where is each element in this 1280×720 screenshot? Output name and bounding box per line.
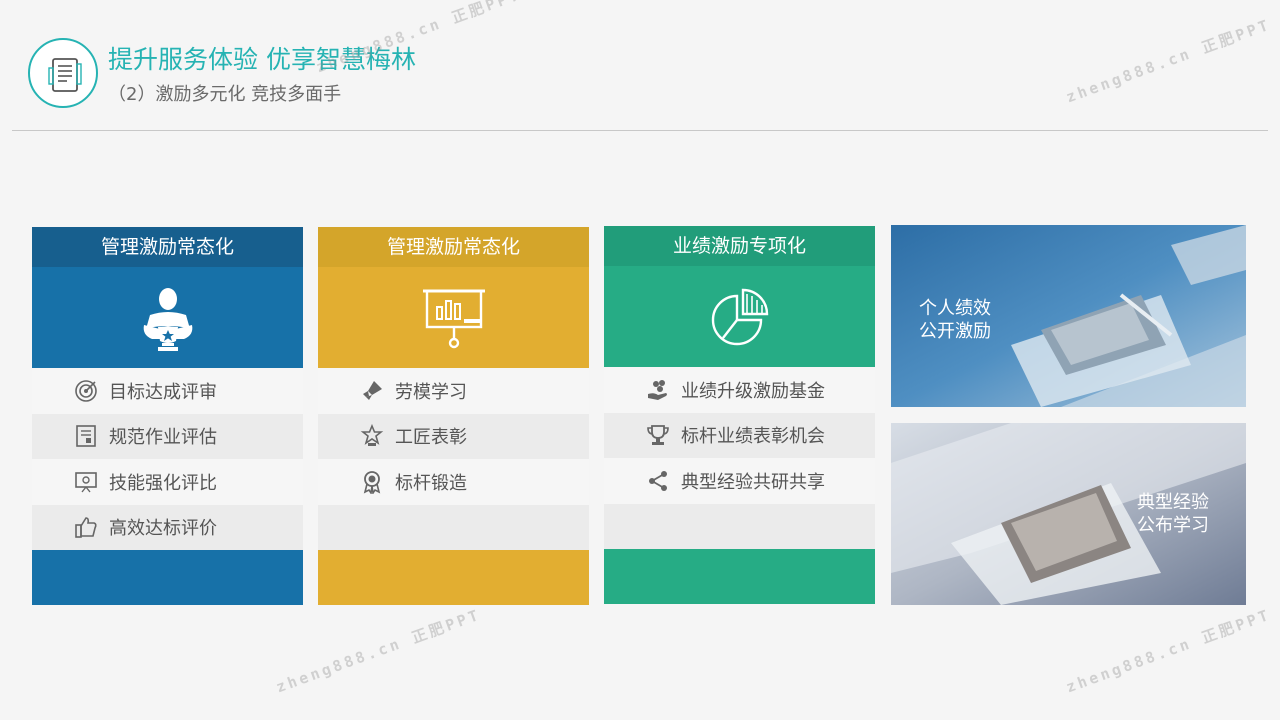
presentation-icon — [73, 469, 99, 495]
card-hero — [318, 267, 589, 368]
card-footer — [32, 550, 303, 605]
card-management-incentive-2: 管理激励常态化 劳模学习 工匠表彰 标杆锻造 — [318, 227, 589, 605]
list-item-label: 典型经验共研共享 — [681, 471, 825, 493]
watermark: zheng888.cn 正肥PPT — [1063, 15, 1274, 107]
list-item-label: 标杆业绩表彰机会 — [681, 426, 825, 448]
list-item: 典型经验共研共享 — [604, 458, 875, 504]
card-hero — [32, 267, 303, 368]
header-document-icon — [28, 38, 98, 108]
list-item-label: 技能强化评比 — [109, 472, 217, 494]
card-hero — [604, 266, 875, 367]
thumbs-up-icon — [73, 514, 99, 540]
list-item: 标杆业绩表彰机会 — [604, 413, 875, 459]
photo-caption: 典型经验 公布学习 — [1137, 492, 1209, 536]
coins-hand-icon — [645, 377, 671, 403]
list-item-label: 业绩升级激励基金 — [681, 380, 825, 402]
list-item-label: 目标达成评审 — [109, 381, 217, 403]
target-icon — [73, 378, 99, 404]
list-item-label: 标杆锻造 — [395, 472, 467, 494]
card-footer — [604, 549, 875, 604]
list-item-label: 规范作业评估 — [109, 427, 217, 449]
rocket-icon — [359, 378, 385, 404]
list-item-label: 劳模学习 — [395, 381, 467, 403]
header-divider — [12, 130, 1268, 131]
list-item-label: 高效达标评价 — [109, 518, 217, 540]
list-item: 技能强化评比 — [32, 459, 303, 505]
card-management-incentive-1: 管理激励常态化 目标达成评审 规范作业评估 技能强化评比 高效达标评价 — [32, 227, 303, 605]
card-title: 管理激励常态化 — [318, 227, 589, 267]
card-performance-incentive: 业绩激励专项化 业绩升级激励基金 标杆业绩表彰机会 典型经验共研共享 — [604, 226, 875, 604]
card-title: 管理激励常态化 — [32, 227, 303, 267]
watermark: zheng888.cn 正肥PPT — [273, 605, 484, 697]
share-icon — [645, 468, 671, 494]
watermark: zheng888.cn 正肥PPT — [1063, 605, 1274, 697]
card-title: 业绩激励专项化 — [604, 226, 875, 266]
medal-icon — [359, 469, 385, 495]
list-item: 高效达标评价 — [32, 505, 303, 551]
card-footer — [318, 550, 589, 605]
watermark: zheng888.cn 正肥PPT — [313, 0, 524, 77]
photo-caption: 个人绩效 公开激励 — [919, 298, 991, 342]
star-badge-icon — [359, 423, 385, 449]
trophy-icon — [645, 422, 671, 448]
photo-calculator-gray: 典型经验 公布学习 — [891, 423, 1246, 605]
list-item-label: 工匠表彰 — [395, 427, 467, 449]
list-item: 业绩升级激励基金 — [604, 367, 875, 413]
list-item: 工匠表彰 — [318, 414, 589, 460]
trophy-person-icon — [143, 287, 192, 351]
list-item: 规范作业评估 — [32, 414, 303, 460]
photo-calculator-blue: 个人绩效 公开激励 — [891, 225, 1246, 407]
list-item: 目标达成评审 — [32, 368, 303, 414]
page-subtitle: （2）激励多元化 竞技多面手 — [108, 84, 342, 105]
document-icon — [73, 423, 99, 449]
list-item: 劳模学习 — [318, 368, 589, 414]
list-item: 标杆锻造 — [318, 459, 589, 505]
pie-chart-icon — [711, 288, 768, 345]
presentation-chart-icon — [422, 289, 485, 348]
